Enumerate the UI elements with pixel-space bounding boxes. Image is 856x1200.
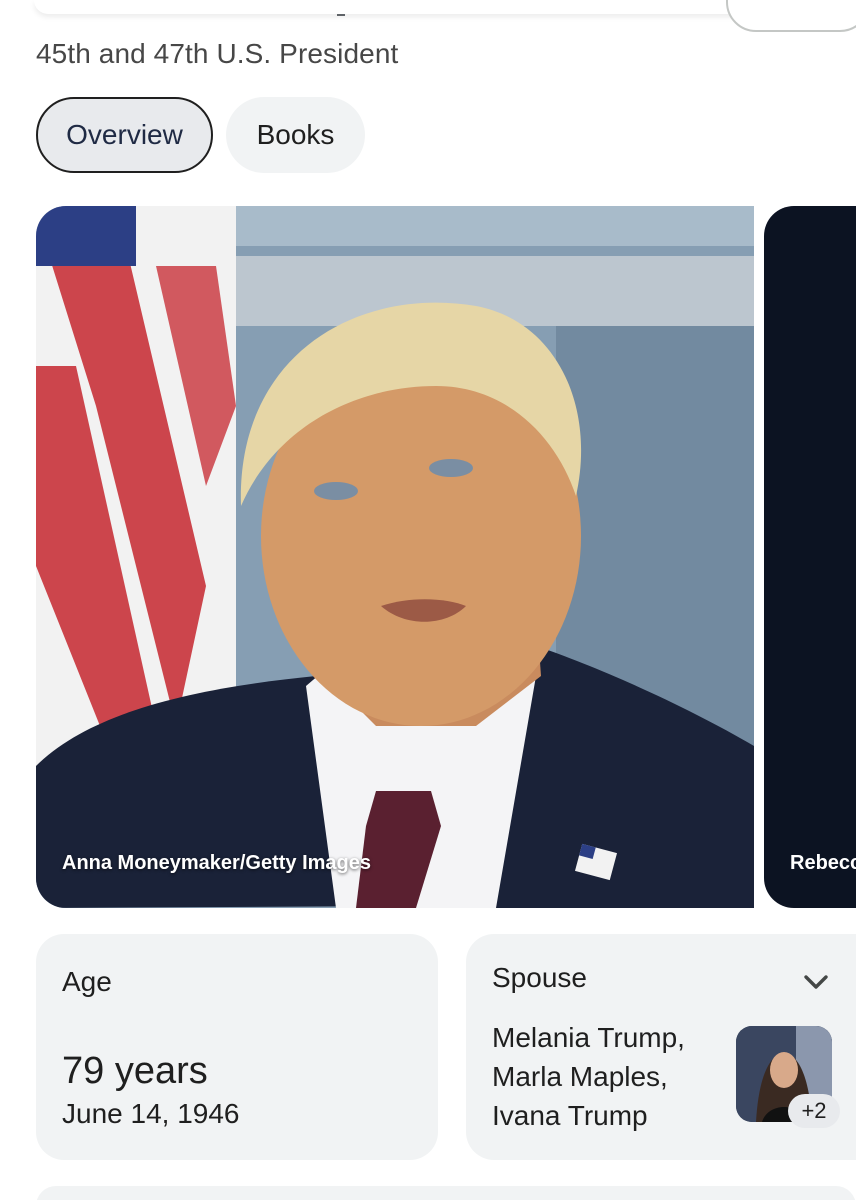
spouse-card[interactable]: Spouse Melania Trump, Marla Maples, Ivan… — [466, 934, 856, 1160]
entity-subtitle: 45th and 47th U.S. President — [36, 38, 399, 69]
divider-mark — [337, 14, 345, 16]
spouse-name[interactable]: Ivana Trump — [492, 1096, 685, 1135]
tab-books[interactable]: Books — [226, 97, 365, 173]
spouse-list: Melania Trump, Marla Maples, Ivana Trump — [492, 1018, 685, 1135]
age-card[interactable]: Age 79 years June 14, 1946 — [36, 934, 438, 1160]
spouse-name[interactable]: Marla Maples, — [492, 1057, 685, 1096]
portrait-illustration — [36, 206, 754, 908]
next-image[interactable]: Rebecc — [764, 206, 856, 908]
more-spouses-badge[interactable]: +2 — [788, 1094, 840, 1128]
chevron-down-icon[interactable] — [800, 966, 832, 998]
age-value: 79 years — [62, 1050, 208, 1092]
birth-date: June 14, 1946 — [62, 1098, 240, 1129]
age-label: Age — [62, 966, 112, 997]
spouse-name[interactable]: Melania Trump, — [492, 1018, 685, 1057]
spouse-label: Spouse — [492, 962, 587, 993]
action-button-fragment[interactable] — [726, 0, 856, 32]
knowledge-panel: 45th and 47th U.S. President Overview Bo… — [0, 0, 856, 1200]
main-portrait-image[interactable]: Anna Moneymaker/Getty Images — [36, 206, 754, 908]
image-credit: Anna Moneymaker/Getty Images — [62, 852, 371, 874]
next-card[interactable] — [36, 1186, 856, 1200]
flag-graphic — [36, 206, 236, 766]
tab-overview[interactable]: Overview — [36, 97, 213, 173]
next-image-credit: Rebecc — [790, 852, 856, 874]
